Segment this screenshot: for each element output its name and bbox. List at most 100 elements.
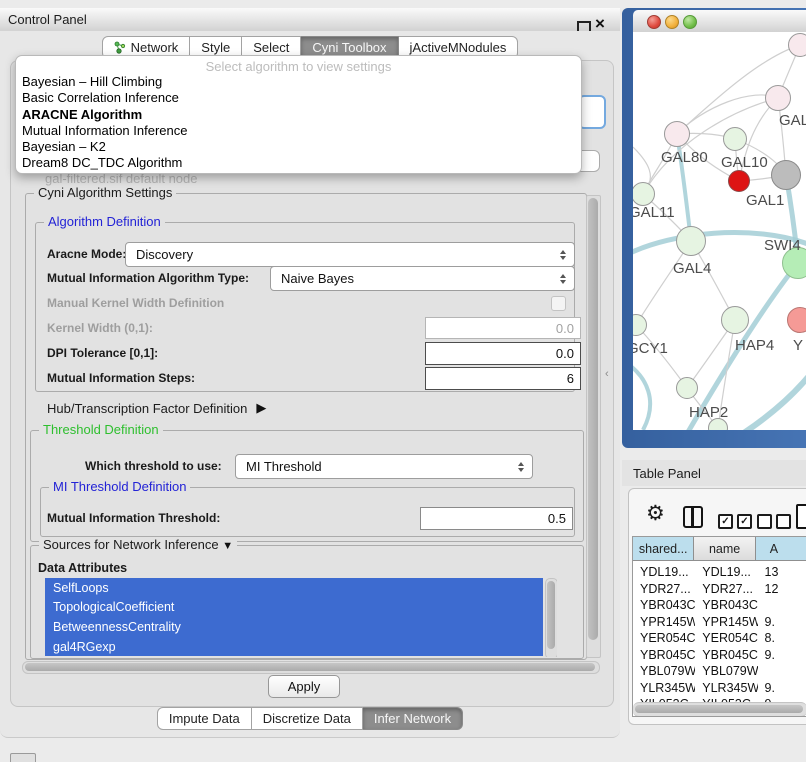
node-label: GAL1: [746, 192, 784, 209]
network-view-window: GAL GAL80 GAL10 GAL1 GAL11 SWI4 GAL4 GCY…: [622, 8, 806, 448]
node-gray[interactable]: [771, 160, 801, 190]
group-title: Cyni Algorithm Settings: [34, 185, 176, 200]
dropdown-item[interactable]: Bayesian – Hill Climbing: [22, 74, 581, 90]
node-label: HAP4: [735, 337, 774, 354]
node-gal4[interactable]: [676, 226, 706, 256]
tab-infer-network[interactable]: Infer Network: [363, 707, 463, 730]
apply-button[interactable]: Apply: [268, 675, 340, 698]
zoom-window-icon[interactable]: [683, 15, 697, 29]
dropdown-placeholder: Select algorithm to view settings: [16, 56, 581, 74]
splitter-handle[interactable]: ‹: [605, 368, 609, 380]
bottom-tabbar: Impute Data Discretize Data Infer Networ…: [0, 707, 620, 730]
node-label: GCY1: [633, 340, 668, 357]
stepper-icon: [555, 250, 571, 260]
node-hap4[interactable]: [721, 306, 749, 334]
split-columns-icon[interactable]: [683, 506, 703, 528]
stepper-icon: [513, 462, 529, 472]
table-horizontal-scrollbar[interactable]: [633, 702, 806, 717]
node-salmon[interactable]: [787, 307, 806, 333]
new-table-icon[interactable]: [796, 504, 806, 529]
settings-vertical-scrollbar[interactable]: [586, 195, 601, 658]
sources-group-title[interactable]: Sources for Network Inference ▼: [39, 537, 237, 552]
table-row[interactable]: YBR045CYBR045C9.: [633, 647, 806, 664]
mi-algorithm-type-combo[interactable]: Naive Bayes: [270, 266, 575, 291]
network-canvas[interactable]: GAL GAL80 GAL10 GAL1 GAL11 SWI4 GAL4 GCY…: [633, 32, 806, 430]
column-header[interactable]: name: [694, 537, 755, 561]
manual-kernel-width-checkbox[interactable]: [551, 296, 566, 311]
minimized-panel-icon[interactable]: [10, 753, 36, 762]
node-label: GAL10: [721, 154, 768, 171]
group-title: MI Threshold Definition: [49, 479, 190, 494]
algorithm-dropdown: Select algorithm to view settings Bayesi…: [15, 55, 582, 174]
which-threshold-label: Which threshold to use:: [85, 459, 222, 473]
aracne-mode-combo[interactable]: Discovery: [125, 242, 575, 267]
tab-label: Network: [131, 40, 179, 55]
close-window-icon[interactable]: [647, 15, 661, 29]
minimize-window-icon[interactable]: [665, 15, 679, 29]
node-label: GAL: [779, 112, 806, 129]
control-panel-title: Control Panel: [8, 12, 87, 27]
column-header[interactable]: shared...: [633, 537, 694, 561]
table-row[interactable]: YPR145WYPR145W9.: [633, 614, 806, 631]
chevron-right-icon: ▶: [256, 400, 266, 416]
node-gal10[interactable]: [723, 127, 747, 151]
network-window-titlebar[interactable]: [633, 10, 806, 33]
dropdown-item[interactable]: Basic Correlation Inference: [22, 90, 581, 106]
table-header-row: shared... name A: [633, 537, 806, 561]
mi-threshold-field[interactable]: 0.5: [420, 507, 573, 530]
kernel-width-label: Kernel Width (0,1):: [47, 321, 153, 335]
dropdown-item-selected[interactable]: ARACNE Algorithm: [22, 107, 581, 123]
select-all-checkboxes-icon[interactable]: ✓✓: [718, 514, 752, 529]
list-item[interactable]: SelfLoops: [45, 578, 543, 598]
aracne-mode-label: Aracne Mode:: [47, 247, 126, 261]
application-window: Control Panel × Network Style Select Cyn…: [0, 0, 806, 762]
node-unlabeled[interactable]: [788, 33, 806, 57]
settings-horizontal-scrollbar[interactable]: [22, 661, 600, 674]
table-row[interactable]: YBL079WYBL079W: [633, 663, 806, 680]
focused-combo-fragment[interactable]: [578, 95, 606, 129]
settings-gear-icon[interactable]: ⚙: [646, 503, 665, 524]
node-gal1[interactable]: [728, 170, 750, 192]
mi-algorithm-type-label: Mutual Information Algorithm Type:: [47, 271, 249, 285]
table-row[interactable]: YDL19...YDL19...13: [633, 564, 806, 581]
table-row[interactable]: YLR345WYLR345W9.: [633, 680, 806, 697]
dropdown-item[interactable]: Mutual Information Inference: [22, 123, 581, 139]
tab-discretize-data[interactable]: Discretize Data: [252, 707, 363, 730]
table-panel-titlebar: Table Panel: [622, 460, 806, 486]
dropdown-item[interactable]: Bayesian – K2: [22, 139, 581, 155]
table-row[interactable]: YER054CYER054C8.: [633, 630, 806, 647]
deselect-all-checkboxes-icon[interactable]: [757, 514, 791, 529]
control-panel-titlebar: Control Panel ×: [0, 8, 620, 32]
hub-transcription-factor-toggle[interactable]: Hub/Transcription Factor Definition ▶: [47, 400, 266, 416]
mi-steps-field[interactable]: 6: [425, 367, 581, 390]
table-row[interactable]: YDR27...YDR27...12: [633, 581, 806, 598]
node-label: GAL80: [661, 149, 708, 166]
node-gal-partial[interactable]: [765, 85, 791, 111]
mi-steps-label: Mutual Information Steps:: [47, 371, 195, 385]
manual-kernel-width-label: Manual Kernel Width Definition: [47, 296, 224, 310]
node-label: HAP2: [689, 404, 728, 421]
table-panel-title: Table Panel: [633, 466, 701, 481]
dropdown-item[interactable]: Dream8 DC_TDC Algorithm: [22, 155, 581, 171]
node-label: SWI4: [764, 237, 801, 254]
dpi-tolerance-field[interactable]: 0.0: [425, 342, 581, 365]
data-attributes-label: Data Attributes: [38, 561, 127, 575]
tab-impute-data[interactable]: Impute Data: [157, 707, 252, 730]
dpi-tolerance-label: DPI Tolerance [0,1]:: [47, 346, 158, 360]
node-gal80[interactable]: [664, 121, 690, 147]
network-icon: [114, 41, 126, 54]
node-label: GAL4: [673, 260, 711, 277]
list-item[interactable]: BetweennessCentrality: [45, 617, 543, 637]
column-header[interactable]: A: [756, 537, 806, 561]
node-label: GAL11: [633, 204, 675, 221]
which-threshold-combo[interactable]: MI Threshold: [235, 454, 533, 479]
chevron-down-icon: ▼: [222, 540, 233, 552]
data-attributes-list: SelfLoops TopologicalCoefficient Between…: [45, 578, 557, 657]
list-item[interactable]: TopologicalCoefficient: [45, 598, 543, 618]
node-table: shared... name A YDL19...YDL19...13 YDR2…: [632, 536, 806, 717]
list-item[interactable]: gal4RGexp: [45, 637, 543, 657]
node-hap2[interactable]: [676, 377, 698, 399]
kernel-width-field[interactable]: 0.0: [425, 317, 581, 339]
table-row[interactable]: YBR043CYBR043C: [633, 597, 806, 614]
list-scrollbar[interactable]: [545, 578, 557, 657]
